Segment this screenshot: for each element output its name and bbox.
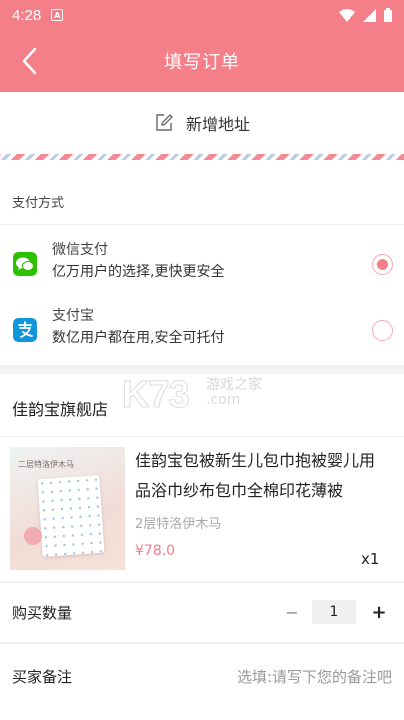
quantity-label: 购买数量 [12,604,73,622]
shop-name: 佳韵宝旗舰店 [12,400,109,419]
radio-unselected[interactable] [372,320,393,341]
status-time: 4:28 [12,6,42,24]
flower-graphic [24,527,42,545]
payment-desc: 亿万用户的选择,更快更安全 [52,264,225,280]
payment-desc: 数亿用户都在用,安全可托付 [52,330,225,346]
section-gap [0,365,404,374]
status-bar: 4:28 A [0,0,404,30]
product-image-label: 二层特洛伊木马 [18,460,74,469]
payment-name: 微信支付 [52,242,108,258]
shop-section: 佳韵宝旗舰店 二层特洛伊木马 佳韵宝包被新生儿包巾抱被婴儿用品浴巾纱布包巾全棉印… [0,374,404,581]
alipay-icon [13,318,37,342]
product-spec: 2层特洛伊木马 [135,517,222,532]
payment-option-alipay[interactable]: 支付宝 数亿用户都在用,安全可托付 [0,303,404,363]
payment-section: 支付方式 微信支付 亿万用户的选择,更快更安全 支付宝 数亿用户都在用,安全可托… [0,160,404,365]
payment-title: 支付方式 [12,196,65,211]
nav-bar: 填写订单 [0,30,404,92]
decrease-button[interactable]: − [283,603,301,622]
remark-label: 买家备注 [12,668,73,686]
add-address-button[interactable]: 新增地址 [0,92,404,154]
battery-icon [384,8,392,22]
product-quantity: x1 [361,550,380,568]
wifi-icon [339,8,355,22]
edit-icon [156,114,173,131]
product-price: ¥78.0 [135,543,176,559]
increase-button[interactable]: + [370,602,388,623]
product-title[interactable]: 佳韵宝包被新生儿包巾抱被婴儿用品浴巾纱布包巾全棉印花薄被 [135,446,385,506]
payment-option-wechat[interactable]: 微信支付 亿万用户的选择,更快更安全 [0,237,404,297]
status-icons [339,8,392,22]
notification-icon: A [51,9,64,21]
remark-row: 买家备注 选填:请写下您的备注吧 [0,643,404,720]
page-title: 填写订单 [164,52,240,73]
product-cloth-graphic [37,474,105,558]
payment-name: 支付宝 [52,308,94,324]
add-address-label: 新增地址 [185,115,250,134]
quantity-row: 购买数量 − 1 + [0,582,404,642]
wechat-pay-icon [13,252,37,276]
divider [0,436,404,437]
product-image[interactable]: 二层特洛伊木马 [10,447,125,570]
divider [0,224,404,225]
back-arrow-icon[interactable] [18,46,44,76]
quantity-stepper: − 1 + [283,600,388,624]
radio-selected[interactable] [372,254,393,275]
signal-icon [363,8,376,22]
remark-input[interactable]: 选填:请写下您的备注吧 [237,666,392,687]
quantity-input[interactable]: 1 [312,600,356,624]
